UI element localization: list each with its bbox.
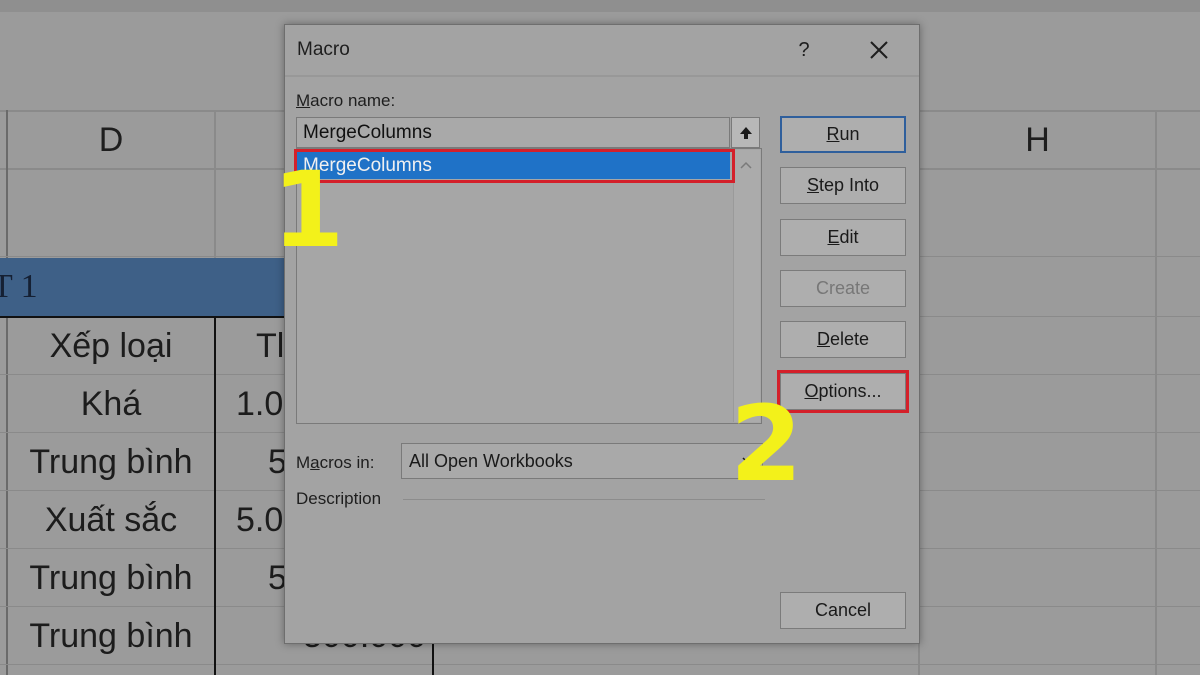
table-cell[interactable]: 5 xyxy=(216,434,286,490)
close-icon xyxy=(870,41,888,59)
table-border xyxy=(432,640,434,675)
macro-name-label: Macro name: xyxy=(296,91,396,110)
table-cell[interactable]: 5.0 xyxy=(216,492,286,548)
table-cell[interactable]: 5 xyxy=(216,550,286,606)
close-button[interactable] xyxy=(859,33,899,67)
create-button[interactable]: Create xyxy=(780,270,906,307)
col-line-h xyxy=(1155,110,1157,675)
table-cell[interactable]: Trung bình xyxy=(8,550,214,606)
macros-in-select[interactable]: All Open Workbooks xyxy=(401,443,763,479)
arrow-up-icon xyxy=(739,126,752,139)
table-cell[interactable]: 1.0 xyxy=(216,376,286,432)
description-label: Description xyxy=(296,489,382,508)
section-title: T 1 xyxy=(0,268,38,305)
scroll-up-button[interactable] xyxy=(733,155,759,175)
column-header-h[interactable]: H xyxy=(920,112,1155,168)
table-cell[interactable]: Trung bình xyxy=(8,608,214,664)
step-number-1: 1 xyxy=(272,149,345,271)
table-cell[interactable]: Tl xyxy=(216,318,286,374)
macro-name-input[interactable]: MergeColumns xyxy=(296,117,730,148)
description-separator xyxy=(403,499,765,500)
table-cell[interactable]: Khá xyxy=(8,376,214,432)
delete-button[interactable]: Delete xyxy=(780,321,906,358)
table-cell[interactable]: Xếp loại xyxy=(8,318,214,374)
chevron-up-icon xyxy=(740,161,752,169)
step-number-2: 2 xyxy=(730,383,803,505)
macros-in-label: Macros in: xyxy=(296,453,375,472)
ribbon-edge xyxy=(0,0,1200,12)
table-cell[interactable]: Xuất sắc xyxy=(8,492,214,548)
upload-button[interactable] xyxy=(731,117,760,148)
list-scrollbar[interactable] xyxy=(733,150,760,422)
table-cell[interactable]: Trung bình xyxy=(8,434,214,490)
macro-dialog: Macro ? Macro name: MergeColumns MergeCo… xyxy=(284,24,920,644)
cancel-button[interactable]: Cancel xyxy=(780,592,906,629)
highlight-box-macro-item xyxy=(294,149,735,183)
macro-list[interactable] xyxy=(296,148,762,424)
edit-button[interactable]: Edit xyxy=(780,219,906,256)
title-separator xyxy=(285,75,919,77)
help-button[interactable]: ? xyxy=(789,33,819,67)
column-header-d[interactable]: D xyxy=(8,112,214,168)
run-button[interactable]: Run xyxy=(780,116,906,153)
dialog-title: Macro xyxy=(297,39,350,60)
step-into-button[interactable]: Step Into xyxy=(780,167,906,204)
row-line xyxy=(0,664,1200,665)
